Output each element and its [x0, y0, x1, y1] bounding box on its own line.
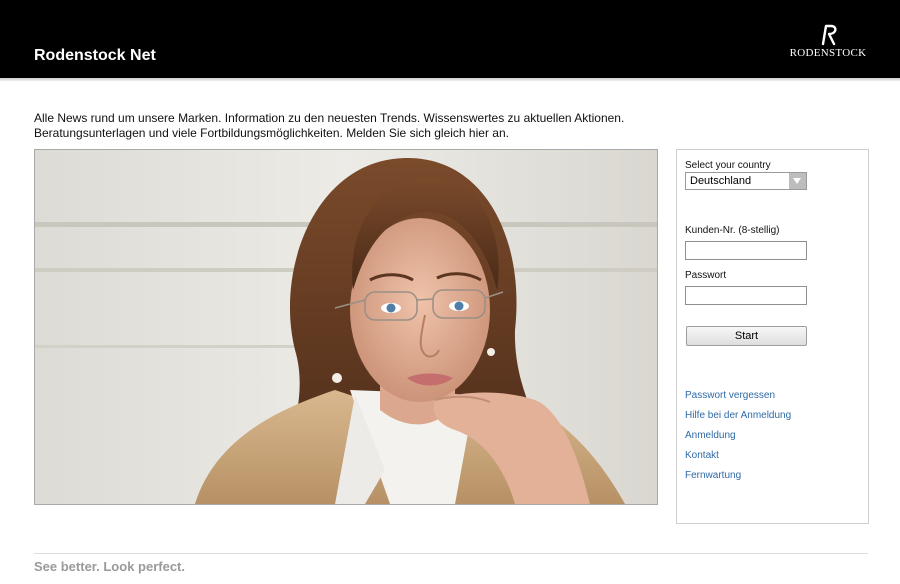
r-logo-icon: [821, 24, 837, 46]
rodenstock-logo[interactable]: RODENSTOCK: [788, 24, 868, 64]
forgot-password-link[interactable]: Passwort vergessen: [685, 390, 775, 401]
password-label: Passwort: [685, 270, 727, 281]
intro-line-1: Alle News rund um unsere Marken. Informa…: [34, 111, 625, 125]
site-header: Rodenstock Net RODENSTOCK: [0, 0, 900, 78]
hero-image: [34, 149, 658, 505]
footer-tagline: See better. Look perfect.: [34, 559, 185, 574]
site-title: Rodenstock Net: [34, 47, 156, 64]
login-help-link[interactable]: Hilfe bei der Anmeldung: [685, 410, 791, 421]
portrait-illustration: [35, 150, 657, 504]
customer-number-label: Kunden-Nr. (8-stellig): [685, 225, 780, 236]
remote-support-link[interactable]: Fernwartung: [685, 470, 741, 481]
customer-number-input[interactable]: [685, 241, 807, 260]
contact-link[interactable]: Kontakt: [685, 450, 719, 461]
password-input[interactable]: [685, 286, 807, 305]
intro-text: Alle News rund um unsere Marken. Informa…: [34, 111, 654, 141]
footer-divider: [34, 553, 868, 554]
chevron-down-icon[interactable]: [789, 173, 806, 189]
country-select-value: Deutschland: [690, 175, 752, 187]
logo-text: RODENSTOCK: [789, 47, 867, 59]
country-label: Select your country: [685, 160, 771, 171]
start-button[interactable]: Start: [686, 326, 807, 346]
login-panel: Select your country Deutschland Kunden-N…: [676, 149, 869, 524]
country-select[interactable]: Deutschland: [685, 172, 807, 190]
header-divider: [0, 78, 900, 81]
registration-link[interactable]: Anmeldung: [685, 430, 736, 441]
intro-line-2: Beratungsunterlagen und viele Fortbildun…: [34, 126, 509, 140]
